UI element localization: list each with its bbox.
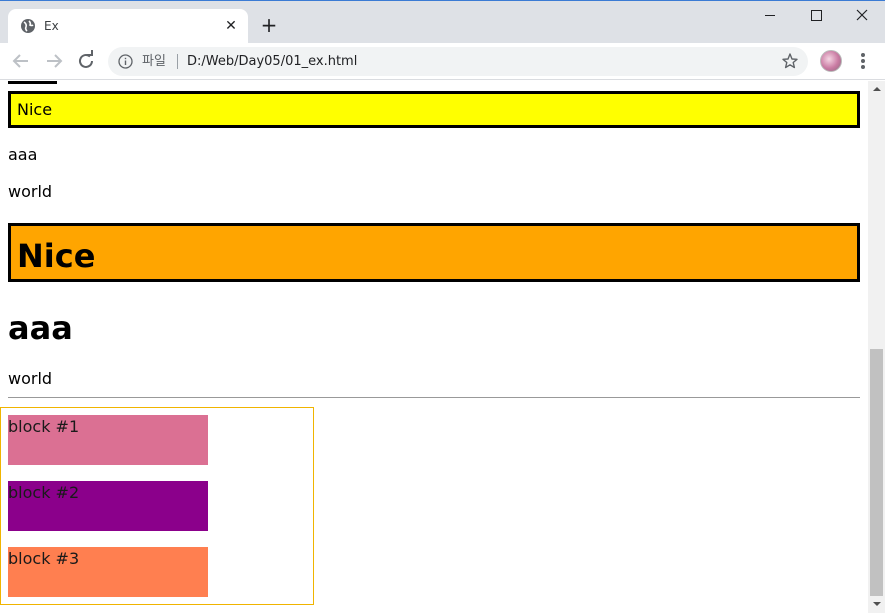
bookmark-star-icon[interactable] [781,52,799,70]
kebab-menu-icon[interactable] [857,51,869,71]
block-1-label: block #1 [8,417,80,436]
scheme-label: 파일 [142,54,166,69]
tab-strip: Ex ✕ + [0,0,885,43]
scroll-up-arrow-icon[interactable] [868,81,885,98]
orange-nice-box: Nice [8,223,860,282]
paragraph-world-2: world [8,369,53,388]
forward-arrow-icon[interactable] [42,49,66,73]
block-1: block #1 [8,415,208,465]
window-close-icon[interactable] [839,4,885,28]
yellow-nice-box: Nice [8,91,860,128]
heading-aaa: aaa [8,309,73,347]
block-2: block #2 [8,481,208,531]
omnibox-separator [177,54,178,69]
address-bar[interactable]: 파일 D:/Web/Day05/01_ex.html [108,47,808,76]
back-arrow-icon[interactable] [9,49,33,73]
url-text[interactable]: D:/Web/Day05/01_ex.html [187,53,357,70]
block-container: block #1 block #2 block #3 [0,407,314,605]
browser-window: Ex ✕ + 파일 D:/Web/Day05/01_ex.html Nice a… [0,0,885,613]
block-3: block #3 [8,547,208,597]
block-3-label: block #3 [8,549,80,568]
paragraph-aaa: aaa [8,145,38,164]
paragraph-world-1: world [8,182,53,201]
minimize-icon[interactable] [746,4,792,28]
scroll-down-arrow-icon[interactable] [868,596,885,613]
block-2-label: block #2 [8,483,80,502]
profile-avatar[interactable] [820,50,842,72]
new-tab-plus-icon[interactable]: + [258,14,280,36]
scrollbar-thumb[interactable] [870,349,883,596]
browser-toolbar: 파일 D:/Web/Day05/01_ex.html [0,43,885,80]
tab-close-icon[interactable]: ✕ [223,18,239,34]
reload-icon[interactable] [74,49,98,73]
tab-title: Ex [44,19,59,33]
clipped-element-bottom [8,81,57,84]
vertical-scrollbar[interactable] [868,81,885,613]
page-viewport: Nice aaa world Nice aaa world block #1 b… [0,81,868,613]
yellow-box-text: Nice [17,100,53,119]
maximize-icon[interactable] [793,4,839,28]
tab-ex[interactable]: Ex ✕ [8,9,248,43]
globe-icon [20,18,36,34]
orange-box-heading: Nice [17,237,96,275]
horizontal-rule [8,397,860,398]
window-top-border [0,0,885,1]
info-icon[interactable] [118,54,133,69]
